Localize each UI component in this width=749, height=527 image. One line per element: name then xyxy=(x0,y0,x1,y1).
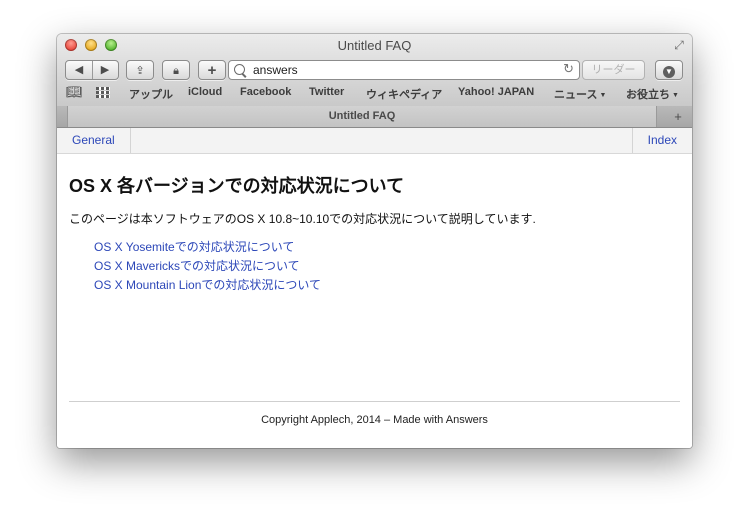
bookmark-folder-useful[interactable]: お役立ち ▼ xyxy=(626,86,679,102)
bookmark-useful-label: お役立ち xyxy=(626,89,670,101)
bookmark-wikipedia[interactable]: ウィキペディア xyxy=(366,86,442,102)
add-bookmark-button[interactable]: + xyxy=(198,60,226,80)
tab-untitled-faq[interactable]: Untitled FAQ xyxy=(67,106,657,127)
lock-icon: 🔒︎ xyxy=(173,65,179,77)
address-text: answers xyxy=(253,63,298,77)
reader-button[interactable]: リーダー xyxy=(582,60,645,80)
back-forward-group: ◀ ▶ xyxy=(65,60,119,80)
chevron-down-icon: ▼ xyxy=(599,92,607,99)
page-title: OS X 各バージョンでの対応状況について xyxy=(69,176,405,196)
nav-general-link[interactable]: General xyxy=(57,128,131,153)
reading-list-icon[interactable]: 📖︎ xyxy=(66,84,83,100)
bookmarks-bar: 📖︎ アップル iCloud Facebook Twitter ウィキペディア … xyxy=(57,84,692,102)
link-yosemite[interactable]: OS X Yosemiteでの対応状況について xyxy=(94,238,321,257)
footer-divider xyxy=(69,401,680,402)
tab-bar: Untitled FAQ + xyxy=(57,106,692,128)
link-mavericks[interactable]: OS X Mavericksでの対応状況について xyxy=(94,257,321,276)
bookmark-facebook[interactable]: Facebook xyxy=(240,86,291,98)
download-icon: ▼ xyxy=(663,66,675,78)
chevron-down-icon: ▼ xyxy=(672,92,679,99)
downloads-button[interactable]: ▼ xyxy=(655,60,683,80)
private-browsing-button[interactable]: 🔒︎ xyxy=(162,60,190,80)
web-page: General Index OS X 各バージョンでの対応状況について このペー… xyxy=(57,128,692,448)
search-icon xyxy=(234,64,245,75)
fullscreen-icon[interactable]: ⤢ xyxy=(672,38,686,52)
page-description: このページは本ソフトウェアのOS X 10.8~10.10での対応状況について説… xyxy=(69,212,536,226)
bookmark-apple[interactable]: アップル xyxy=(129,86,173,102)
bookmark-folder-news[interactable]: ニュース ▼ xyxy=(554,86,606,102)
title-bar: Untitled FAQ ⤢ xyxy=(57,34,692,56)
share-icon: ⇪ xyxy=(135,65,145,77)
browser-chrome: Untitled FAQ ⤢ ◀ ▶ ⇪ 🔒︎ + answers ↻ リーダー… xyxy=(57,34,692,107)
page-footer: Copyright Applech, 2014 – Made with Answ… xyxy=(261,414,488,426)
bookmark-yahoo-japan[interactable]: Yahoo! JAPAN xyxy=(458,86,534,98)
reload-icon[interactable]: ↻ xyxy=(563,61,574,77)
share-button[interactable]: ⇪ xyxy=(126,60,154,80)
new-tab-plus-icon[interactable]: + xyxy=(664,106,692,127)
link-mountain-lion[interactable]: OS X Mountain Lionでの対応状況について xyxy=(94,276,321,295)
window-title: Untitled FAQ xyxy=(337,38,412,53)
plus-icon: + xyxy=(207,62,217,79)
bookmark-icloud[interactable]: iCloud xyxy=(188,86,222,98)
browser-window: Untitled FAQ ⤢ ◀ ▶ ⇪ 🔒︎ + answers ↻ リーダー… xyxy=(57,34,692,448)
top-sites-grid-icon[interactable] xyxy=(96,87,110,98)
forward-arrow-icon[interactable]: ▶ xyxy=(92,61,118,79)
address-field[interactable]: answers ↻ xyxy=(228,60,580,80)
version-links-list: OS X Yosemiteでの対応状況について OS X Mavericksでの… xyxy=(94,238,321,295)
bookmark-twitter[interactable]: Twitter xyxy=(309,86,344,98)
bookmark-news-label: ニュース xyxy=(554,89,598,101)
back-arrow-icon[interactable]: ◀ xyxy=(66,61,93,79)
nav-index-link[interactable]: Index xyxy=(631,128,692,153)
page-subnav: General Index xyxy=(57,128,692,154)
